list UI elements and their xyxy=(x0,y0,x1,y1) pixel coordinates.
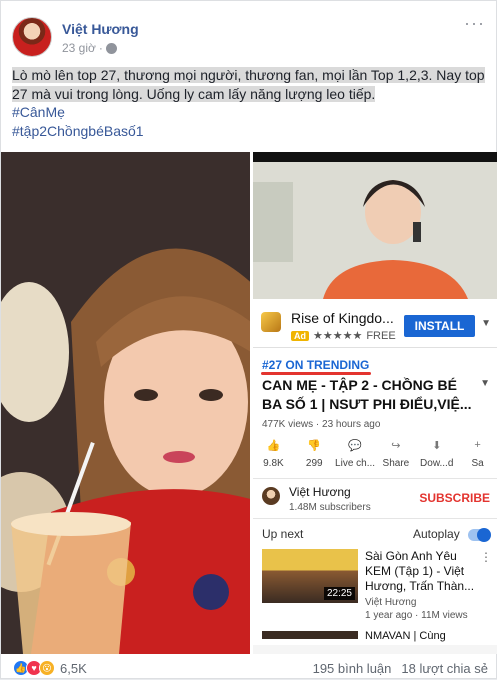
next-video-channel: Việt Hương xyxy=(365,597,417,608)
install-button[interactable]: INSTALL xyxy=(404,315,475,337)
more-options-icon[interactable]: ··· xyxy=(464,13,485,34)
video-player[interactable] xyxy=(253,152,497,299)
author-avatar[interactable] xyxy=(12,17,52,57)
ad-subtitle: Ad ★★★★★ FREE xyxy=(291,329,396,342)
ad-badge: Ad xyxy=(291,330,309,341)
ad-stars: ★★★★★ xyxy=(313,330,363,342)
hashtag-canme[interactable]: #CânMẹ xyxy=(12,103,490,122)
trending-label[interactable]: #27 ON TRENDING xyxy=(262,358,369,372)
red-underline-annotation xyxy=(261,372,371,375)
next-video-title[interactable]: Sài Gòn Anh Yêu KEM (Tập 1) - Việt Hương… xyxy=(365,549,480,594)
reaction-count: 6,5K xyxy=(60,660,87,676)
ad-banner[interactable]: Rise of Kingdo... Ad ★★★★★ FREE INSTALL … xyxy=(253,302,497,348)
channel-name[interactable]: Việt Hương xyxy=(289,485,351,499)
video-views: 477K views · 23 hours ago xyxy=(262,419,381,430)
ad-title: Rise of Kingdo... xyxy=(291,310,394,326)
post-meta: 23 giờ · xyxy=(62,41,117,55)
channel-avatar[interactable] xyxy=(262,487,280,505)
post-time[interactable]: 23 giờ xyxy=(62,41,96,55)
post-photo[interactable] xyxy=(1,152,250,654)
video-actions: 👍 9.8K 👎 299 💬 Live ch... ↪ Share ⬇ Dow.… xyxy=(253,437,497,471)
share-icon: ↪ xyxy=(391,440,401,452)
reactions-summary[interactable]: 👍 ♥ 😮 6,5K xyxy=(13,660,87,676)
chevron-down-icon[interactable]: ▼ xyxy=(481,318,491,329)
next-video-duration: 22:25 xyxy=(323,587,355,600)
youtube-screenshot[interactable]: Rise of Kingdo... Ad ★★★★★ FREE INSTALL … xyxy=(253,152,497,654)
thumbs-up-icon: 👍 xyxy=(266,440,281,452)
post-header: Việt Hương 23 giờ · ··· xyxy=(12,13,487,57)
download-icon: ⬇ xyxy=(432,440,442,452)
post-footer: 👍 ♥ 😮 6,5K 195 bình luận 18 lượt chia sẻ xyxy=(1,657,497,680)
video-title: CAN MẸ - TẬP 2 - CHỒNG BÉ BA SỐ 1 | NSƯT… xyxy=(262,377,472,412)
caption-text: Lò mò lên top 27, thương mọi người, thươ… xyxy=(12,67,485,102)
next-video-meta: 1 year ago · 11M views xyxy=(365,610,468,621)
thumbs-down-icon: 👎 xyxy=(307,440,322,452)
comments-count[interactable]: 195 bình luận xyxy=(313,661,392,676)
save-button[interactable]: + Sa xyxy=(457,437,497,471)
phone-nav-bar xyxy=(253,645,497,654)
share-button[interactable]: ↪ Share xyxy=(375,437,416,471)
download-button[interactable]: ⬇ Dow...d xyxy=(416,437,457,471)
divider xyxy=(253,518,497,519)
ad-price: FREE xyxy=(366,329,396,342)
autoplay-toggle[interactable] xyxy=(468,528,491,542)
live-chat-button[interactable]: 💬 Live ch... xyxy=(335,437,376,471)
next-video-thumbnail[interactable]: 22:25 xyxy=(262,549,358,603)
like-button[interactable]: 👍 9.8K xyxy=(253,437,294,471)
divider xyxy=(253,478,497,479)
kebab-menu-icon[interactable]: ⋮ xyxy=(480,550,492,564)
shares-count[interactable]: 18 lượt chia sẻ xyxy=(401,661,488,676)
autoplay-label: Autoplay xyxy=(413,527,460,541)
wow-reaction-icon: 😮 xyxy=(39,660,55,676)
subscribe-button[interactable]: SUBSCRIBE xyxy=(419,491,490,505)
post-caption: Lò mò lên top 27, thương mọi người, thươ… xyxy=(12,66,490,140)
game-app-icon xyxy=(261,312,281,332)
globe-icon xyxy=(105,42,117,54)
second-video-title[interactable]: NMAVAN | Cùng xyxy=(365,630,446,642)
channel-subscribers: 1.48M subscribers xyxy=(289,502,371,513)
facebook-post: Việt Hương 23 giờ · ··· Lò mò lên top 27… xyxy=(0,0,497,679)
video-frame xyxy=(253,162,497,299)
up-next-label: Up next xyxy=(262,527,304,541)
dislike-button[interactable]: 👎 299 xyxy=(294,437,335,471)
save-icon: + xyxy=(474,439,481,451)
engagement-stats: 195 bình luận 18 lượt chia sẻ xyxy=(313,661,488,676)
selfie-illustration xyxy=(1,152,250,654)
hashtag-tap2[interactable]: #tập2ChồngbéBasố1 xyxy=(12,122,490,141)
chat-icon: 💬 xyxy=(348,440,362,452)
second-video-thumbnail[interactable] xyxy=(262,631,358,639)
expand-chevron-icon[interactable]: ▼ xyxy=(480,378,490,389)
author-name[interactable]: Việt Hương xyxy=(62,21,139,37)
phone-status-bar xyxy=(253,152,497,162)
